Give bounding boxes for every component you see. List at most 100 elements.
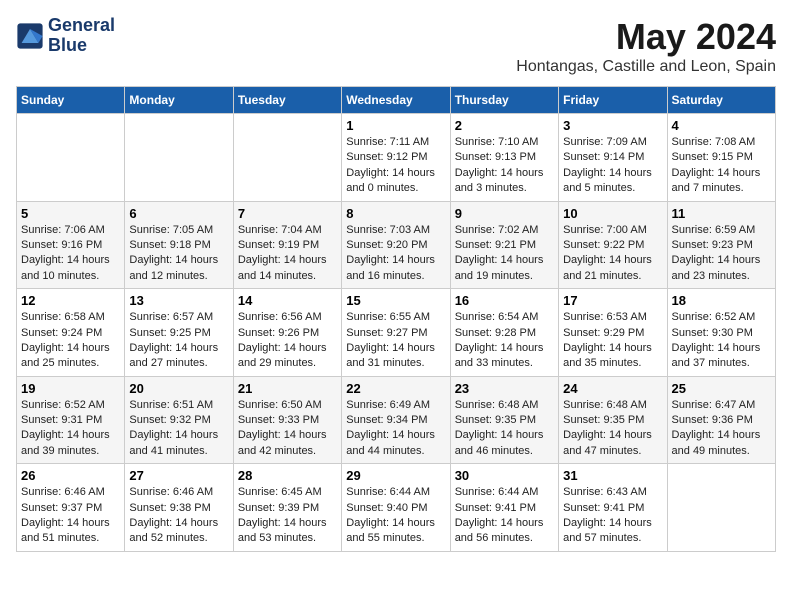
weekday-header-row: SundayMondayTuesdayWednesdayThursdayFrid… (17, 87, 776, 114)
calendar-cell: 5Sunrise: 7:06 AMSunset: 9:16 PMDaylight… (17, 201, 125, 289)
day-number: 20 (129, 381, 228, 396)
day-number: 2 (455, 118, 554, 133)
cell-info-line: Sunrise: 7:10 AM (455, 136, 539, 148)
cell-info-line: Daylight: 14 hours and 51 minutes. (21, 517, 110, 544)
cell-info-line: Sunrise: 6:52 AM (672, 311, 756, 323)
calendar-body: 1Sunrise: 7:11 AMSunset: 9:12 PMDaylight… (17, 114, 776, 552)
cell-info-line: Sunset: 9:24 PM (21, 327, 102, 339)
cell-info: Sunrise: 6:55 AMSunset: 9:27 PMDaylight:… (346, 310, 445, 372)
calendar-cell: 3Sunrise: 7:09 AMSunset: 9:14 PMDaylight… (559, 114, 667, 202)
logo: General Blue (16, 16, 115, 56)
calendar-cell (125, 114, 233, 202)
logo-text: General Blue (48, 16, 115, 56)
cell-info-line: Daylight: 14 hours and 55 minutes. (346, 517, 435, 544)
cell-info-line: Sunrise: 6:52 AM (21, 399, 105, 411)
cell-info-line: Sunset: 9:32 PM (129, 414, 210, 426)
cell-info-line: Sunset: 9:38 PM (129, 502, 210, 514)
weekday-header-cell: Sunday (17, 87, 125, 114)
cell-info-line: Sunrise: 7:02 AM (455, 224, 539, 236)
cell-info-line: Sunset: 9:18 PM (129, 239, 210, 251)
cell-info-line: Sunrise: 6:51 AM (129, 399, 213, 411)
cell-info-line: Sunset: 9:26 PM (238, 327, 319, 339)
cell-info-line: Sunrise: 6:54 AM (455, 311, 539, 323)
calendar-cell: 4Sunrise: 7:08 AMSunset: 9:15 PMDaylight… (667, 114, 775, 202)
weekday-header-cell: Tuesday (233, 87, 341, 114)
calendar-cell: 8Sunrise: 7:03 AMSunset: 9:20 PMDaylight… (342, 201, 450, 289)
cell-info-line: Daylight: 14 hours and 3 minutes. (455, 167, 544, 194)
calendar-cell: 13Sunrise: 6:57 AMSunset: 9:25 PMDayligh… (125, 289, 233, 377)
day-number: 25 (672, 381, 771, 396)
day-number: 24 (563, 381, 662, 396)
day-number: 27 (129, 468, 228, 483)
cell-info-line: Sunrise: 7:09 AM (563, 136, 647, 148)
cell-info-line: Sunrise: 7:03 AM (346, 224, 430, 236)
cell-info: Sunrise: 6:49 AMSunset: 9:34 PMDaylight:… (346, 398, 445, 460)
weekday-header-cell: Friday (559, 87, 667, 114)
cell-info: Sunrise: 7:08 AMSunset: 9:15 PMDaylight:… (672, 135, 771, 197)
cell-info-line: Sunrise: 7:08 AM (672, 136, 756, 148)
day-number: 31 (563, 468, 662, 483)
cell-info: Sunrise: 6:46 AMSunset: 9:37 PMDaylight:… (21, 485, 120, 547)
day-number: 7 (238, 206, 337, 221)
calendar-cell: 10Sunrise: 7:00 AMSunset: 9:22 PMDayligh… (559, 201, 667, 289)
cell-info-line: Sunrise: 7:04 AM (238, 224, 322, 236)
logo-icon (16, 22, 44, 50)
cell-info-line: Sunset: 9:13 PM (455, 151, 536, 163)
calendar-cell: 24 Sunrise: 6:48 AMSunset: 9:35 PMDayligh… (559, 376, 667, 464)
cell-info-line: Sunset: 9:30 PM (672, 327, 753, 339)
cell-info-line: Sunset: 9:14 PM (563, 151, 644, 163)
cell-info: Sunrise: 6:50 AMSunset: 9:33 PMDaylight:… (238, 398, 337, 460)
day-number: 17 (563, 293, 662, 308)
day-number: 5 (21, 206, 120, 221)
cell-info-line: Sunset: 9:15 PM (672, 151, 753, 163)
calendar-cell: 21 Sunrise: 6:50 AMSunset: 9:33 PMDayligh… (233, 376, 341, 464)
calendar-cell: 12Sunrise: 6:58 AMSunset: 9:24 PMDayligh… (17, 289, 125, 377)
cell-info: Sunrise: 7:11 AMSunset: 9:12 PMDaylight:… (346, 135, 445, 197)
cell-info-line: Sunrise: 6:46 AM (129, 486, 213, 498)
day-number: 16 (455, 293, 554, 308)
calendar-week-row: 12Sunrise: 6:58 AMSunset: 9:24 PMDayligh… (17, 289, 776, 377)
cell-info-line: Daylight: 14 hours and 19 minutes. (455, 254, 544, 281)
cell-info-line: Sunset: 9:12 PM (346, 151, 427, 163)
day-number: 21 (238, 381, 337, 396)
cell-info: Sunrise: 7:04 AMSunset: 9:19 PMDaylight:… (238, 223, 337, 285)
page-header: General Blue May 2024 Hontangas, Castill… (16, 16, 776, 76)
day-number: 19 (21, 381, 120, 396)
calendar-cell: 30Sunrise: 6:44 AMSunset: 9:41 PMDayligh… (450, 464, 558, 552)
cell-info-line: Sunset: 9:22 PM (563, 239, 644, 251)
cell-info-line: Sunset: 9:41 PM (455, 502, 536, 514)
calendar-cell: 20Sunrise: 6:51 AMSunset: 9:32 PMDayligh… (125, 376, 233, 464)
cell-info: Sunrise: 6:48 AMSunset: 9:35 PMDaylight:… (563, 398, 662, 460)
calendar-cell: 16Sunrise: 6:54 AMSunset: 9:28 PMDayligh… (450, 289, 558, 377)
cell-info: Sunrise: 6:47 AMSunset: 9:36 PMDaylight:… (672, 398, 771, 460)
calendar-cell: 31 Sunrise: 6:43 AMSunset: 9:41 PMDayligh… (559, 464, 667, 552)
cell-info-line: Daylight: 14 hours and 14 minutes. (238, 254, 327, 281)
cell-info-line: Daylight: 14 hours and 52 minutes. (129, 517, 218, 544)
cell-info-line: Daylight: 14 hours and 47 minutes. (563, 429, 652, 456)
location-title: Hontangas, Castille and Leon, Spain (516, 58, 776, 76)
cell-info-line: Sunset: 9:29 PM (563, 327, 644, 339)
calendar-cell: 7 Sunrise: 7:04 AMSunset: 9:19 PMDaylight… (233, 201, 341, 289)
cell-info: Sunrise: 6:59 AMSunset: 9:23 PMDaylight:… (672, 223, 771, 285)
cell-info-line: Sunrise: 6:47 AM (672, 399, 756, 411)
cell-info: Sunrise: 6:43 AMSunset: 9:41 PMDaylight:… (563, 485, 662, 547)
cell-info-line: Sunrise: 6:56 AM (238, 311, 322, 323)
cell-info-line: Sunset: 9:33 PM (238, 414, 319, 426)
cell-info-line: Sunrise: 6:49 AM (346, 399, 430, 411)
calendar-cell: 9Sunrise: 7:02 AMSunset: 9:21 PMDaylight… (450, 201, 558, 289)
cell-info-line: Sunrise: 6:57 AM (129, 311, 213, 323)
cell-info-line: Sunset: 9:21 PM (455, 239, 536, 251)
calendar-cell: 28Sunrise: 6:45 AMSunset: 9:39 PMDayligh… (233, 464, 341, 552)
cell-info-line: Daylight: 14 hours and 44 minutes. (346, 429, 435, 456)
calendar-week-row: 5Sunrise: 7:06 AMSunset: 9:16 PMDaylight… (17, 201, 776, 289)
day-number: 8 (346, 206, 445, 221)
cell-info-line: Sunrise: 6:43 AM (563, 486, 647, 498)
calendar-week-row: 1Sunrise: 7:11 AMSunset: 9:12 PMDaylight… (17, 114, 776, 202)
cell-info-line: Daylight: 14 hours and 21 minutes. (563, 254, 652, 281)
cell-info-line: Sunrise: 7:00 AM (563, 224, 647, 236)
cell-info-line: Sunset: 9:40 PM (346, 502, 427, 514)
calendar-cell: 1Sunrise: 7:11 AMSunset: 9:12 PMDaylight… (342, 114, 450, 202)
day-number: 30 (455, 468, 554, 483)
cell-info-line: Daylight: 14 hours and 25 minutes. (21, 342, 110, 369)
cell-info-line: Daylight: 14 hours and 42 minutes. (238, 429, 327, 456)
